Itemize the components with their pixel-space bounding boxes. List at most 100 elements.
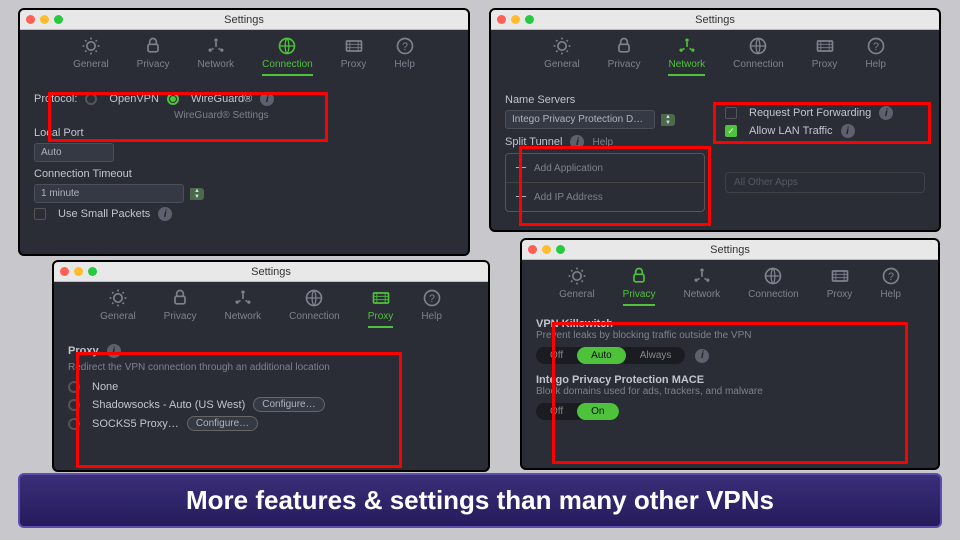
window-title: Settings [522,244,938,256]
info-icon[interactable]: i [695,349,709,363]
checkbox-small-packets[interactable] [34,208,46,220]
tab-proxy[interactable]: Proxy [812,36,838,76]
settings-window-network: Settings General Privacy Network Connect… [489,8,941,232]
radio-openvpn[interactable] [85,93,97,105]
stepper-icon[interactable]: ▲▼ [190,188,204,200]
tab-help[interactable]: ?Help [880,266,901,306]
info-icon[interactable]: i [107,344,121,358]
other-apps-box: All Other Apps [725,172,925,193]
titlebar: Settings [54,262,488,282]
split-tunnel-list: ＋Add Application ＋Add IP Address [505,153,705,212]
proxy-header: Proxy [68,345,99,357]
split-tunnel-label: Split Tunnel [505,136,562,148]
radio-none[interactable] [68,381,80,393]
mace-on[interactable]: On [577,403,618,420]
radio-wireguard[interactable] [167,93,179,105]
settings-tabs: General Privacy Network Connection Proxy… [20,30,468,80]
protocol-label: Protocol: [34,93,77,105]
mace-label: Intego Privacy Protection MACE [536,374,924,386]
tab-connection[interactable]: Connection [733,36,784,76]
radio-shadowsocks[interactable] [68,399,80,411]
tab-network[interactable]: Network [197,36,234,76]
proxy-desc: Redirect the VPN connection through an a… [68,362,474,373]
plus-icon: ＋ [514,187,528,207]
timeout-select[interactable]: 1 minute [34,184,184,203]
info-icon[interactable]: i [841,124,855,138]
mace-desc: Block domains used for ads, trackers, an… [536,386,924,397]
tab-general[interactable]: General [544,36,580,76]
stepper-icon[interactable]: ▲▼ [661,114,675,126]
allow-lan-label: Allow LAN Traffic [749,125,833,137]
info-icon[interactable]: i [570,135,584,149]
killswitch-off[interactable]: Off [536,347,577,364]
checkbox-allow-lan[interactable] [725,125,737,137]
shadowsocks-label[interactable]: Shadowsocks - Auto (US West) [92,399,245,411]
svg-text:?: ? [402,41,408,53]
caption-banner: More features & settings than many other… [18,473,942,528]
settings-window-privacy: Settings General Privacy Network Connect… [520,238,940,470]
window-title: Settings [491,14,939,26]
tab-privacy[interactable]: Privacy [608,36,641,76]
configure-button[interactable]: Configure… [253,397,324,412]
mace-off[interactable]: Off [536,403,577,420]
tab-connection[interactable]: Connection [289,288,340,328]
killswitch-auto[interactable]: Auto [577,347,626,364]
settings-window-proxy: Settings General Privacy Network Connect… [52,260,490,472]
window-title: Settings [20,14,468,26]
add-ip-row[interactable]: ＋Add IP Address [506,182,704,211]
name-servers-select[interactable]: Intego Privacy Protection D… [505,110,655,129]
settings-tabs: General Privacy Network Connection Proxy… [54,282,488,332]
settings-window-connection: Settings General Privacy Network Connect… [18,8,470,256]
tab-proxy[interactable]: Proxy [341,36,367,76]
small-packets-label: Use Small Packets [58,208,150,220]
svg-text:?: ? [429,293,435,305]
killswitch-toggle[interactable]: Off Auto Always [536,347,685,364]
tab-privacy[interactable]: Privacy [623,266,656,306]
settings-tabs: General Privacy Network Connection Proxy… [491,30,939,80]
tab-general[interactable]: General [73,36,109,76]
wireguard-label[interactable]: WireGuard® [191,93,252,105]
titlebar: Settings [20,10,468,30]
tab-general[interactable]: General [559,266,595,306]
info-icon[interactable]: i [879,106,893,120]
tab-general[interactable]: General [100,288,136,328]
help-link[interactable]: Help [592,137,613,148]
info-icon[interactable]: i [158,207,172,221]
tab-proxy[interactable]: Proxy [368,288,394,328]
checkbox-port-forwarding[interactable] [725,107,737,119]
wireguard-settings-link[interactable]: WireGuard® Settings [174,110,269,121]
openvpn-label[interactable]: OpenVPN [109,93,159,105]
tab-help[interactable]: ?Help [394,36,415,76]
name-servers-label: Name Servers [505,94,705,106]
tab-network[interactable]: Network [668,36,705,76]
none-label[interactable]: None [92,381,118,393]
titlebar: Settings [491,10,939,30]
svg-text:?: ? [888,271,894,283]
tab-help[interactable]: ?Help [865,36,886,76]
mace-toggle[interactable]: Off On [536,403,619,420]
killswitch-always[interactable]: Always [626,347,686,364]
add-application-row[interactable]: ＋Add Application [506,154,704,182]
tab-privacy[interactable]: Privacy [164,288,197,328]
tab-privacy[interactable]: Privacy [137,36,170,76]
svg-text:?: ? [873,41,879,53]
tab-connection[interactable]: Connection [262,36,313,76]
radio-socks5[interactable] [68,418,80,430]
window-title: Settings [54,266,488,278]
local-port-label: Local Port [34,127,454,139]
configure-button[interactable]: Configure… [187,416,258,431]
local-port-input[interactable]: Auto [34,143,114,162]
titlebar: Settings [522,240,938,260]
socks5-label[interactable]: SOCKS5 Proxy… [92,418,179,430]
port-forward-label: Request Port Forwarding [749,107,871,119]
tab-help[interactable]: ?Help [421,288,442,328]
tab-connection[interactable]: Connection [748,266,799,306]
killswitch-label: VPN Killswitch [536,318,924,330]
plus-icon: ＋ [514,158,528,178]
all-other-apps-row: All Other Apps [726,173,924,192]
tab-proxy[interactable]: Proxy [827,266,853,306]
info-icon[interactable]: i [260,92,274,106]
tab-network[interactable]: Network [683,266,720,306]
tab-network[interactable]: Network [224,288,261,328]
settings-tabs: General Privacy Network Connection Proxy… [522,260,938,310]
